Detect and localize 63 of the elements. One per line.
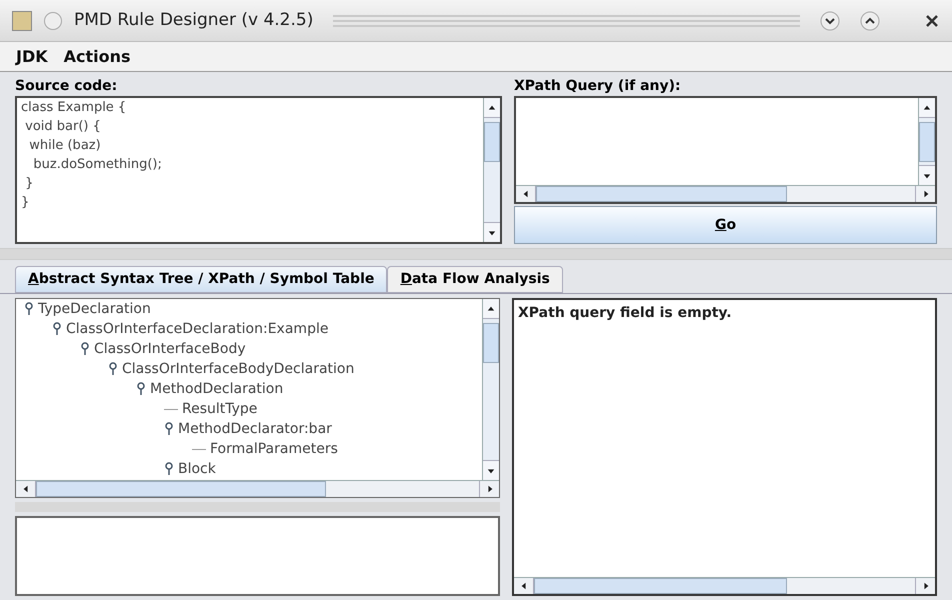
tab[interactable]: Data Flow Analysis xyxy=(387,266,563,293)
section-label: Source code: xyxy=(15,77,118,96)
arrow-right-icon xyxy=(486,485,494,493)
tree-node-label[interactable]: ClassOrInterfaceBodyDeclaration xyxy=(122,358,354,380)
xpath-query-field[interactable] xyxy=(514,96,937,204)
minimize-button[interactable] xyxy=(820,10,840,30)
scroll-thumb[interactable] xyxy=(536,186,788,202)
code-line: class Example { xyxy=(21,99,126,117)
code-editor[interactable]: class Example { void bar() { while (baz) buz.doSomething(); } } xyxy=(15,96,502,244)
symbol-text-area[interactable] xyxy=(15,516,500,596)
vertical-scrollbar[interactable] xyxy=(918,98,935,185)
scroll-thumb[interactable] xyxy=(484,122,500,162)
menu-item[interactable]: Actions xyxy=(64,44,131,68)
arrow-up-icon xyxy=(488,104,496,112)
tree-node-label[interactable]: ClassOrInterfaceBody xyxy=(94,338,246,360)
splitter-bar[interactable] xyxy=(0,248,952,260)
tree-node-label[interactable]: MethodDeclarator:bar xyxy=(178,418,332,440)
section-label: XPath Query (if any): xyxy=(514,77,682,96)
arrow-down-icon xyxy=(488,228,496,236)
code-line: buz.doSomething(); xyxy=(32,156,162,174)
expanded-node-icon[interactable] xyxy=(24,302,34,316)
code-line: } xyxy=(24,175,34,193)
tree-node-label[interactable]: MethodDeclaration xyxy=(150,378,284,400)
tree-node-label[interactable]: ClassOrInterfaceDeclaration:Example xyxy=(66,318,328,340)
expanded-node-icon[interactable] xyxy=(80,342,90,356)
scroll-thumb[interactable] xyxy=(483,323,499,363)
arrow-right-icon xyxy=(922,582,930,590)
arrow-down-icon xyxy=(487,466,495,474)
arrow-left-icon xyxy=(22,485,30,493)
vertical-scrollbar[interactable] xyxy=(482,299,499,480)
horizontal-scrollbar[interactable] xyxy=(514,577,935,594)
horizontal-scrollbar[interactable] xyxy=(516,185,935,202)
tab[interactable]: Abstract Syntax Tree / XPath / Symbol Table xyxy=(15,266,388,293)
arrow-up-icon xyxy=(487,304,495,312)
arrow-right-icon xyxy=(922,190,930,198)
code-line: while (baz) xyxy=(28,137,101,155)
scroll-thumb[interactable] xyxy=(919,122,935,162)
vertical-scrollbar[interactable] xyxy=(483,98,500,242)
app-icon xyxy=(12,10,32,30)
expanded-node-icon[interactable] xyxy=(52,322,62,336)
scroll-thumb[interactable] xyxy=(534,578,787,594)
maximize-button[interactable] xyxy=(860,10,880,30)
result-message: XPath query field is empty. xyxy=(518,305,732,321)
horizontal-scrollbar[interactable] xyxy=(16,480,499,497)
tree-node-label[interactable]: ResultType xyxy=(182,398,258,420)
tree-node-label[interactable]: Block xyxy=(178,458,216,480)
arrow-up-icon xyxy=(923,104,931,112)
go-button[interactable]: Go xyxy=(514,206,937,244)
menu-item[interactable]: JDK xyxy=(16,44,48,68)
code-line: void bar() { xyxy=(24,118,101,136)
arrow-left-icon xyxy=(522,190,530,198)
window-title: PMD Rule Designer (v 4.2.5) xyxy=(74,8,314,32)
expanded-node-icon[interactable] xyxy=(136,382,146,396)
expanded-node-icon[interactable] xyxy=(108,362,118,376)
scroll-thumb[interactable] xyxy=(36,481,326,497)
expanded-node-icon[interactable] xyxy=(164,462,174,476)
close-button[interactable] xyxy=(924,12,940,28)
arrow-down-icon xyxy=(923,172,931,180)
tree-node-label[interactable]: FormalParameters xyxy=(210,438,338,460)
expanded-node-icon[interactable] xyxy=(164,422,174,436)
tree-node-label[interactable]: TypeDeclaration xyxy=(38,299,151,320)
arrow-left-icon xyxy=(520,582,528,590)
code-line: } xyxy=(21,194,30,212)
